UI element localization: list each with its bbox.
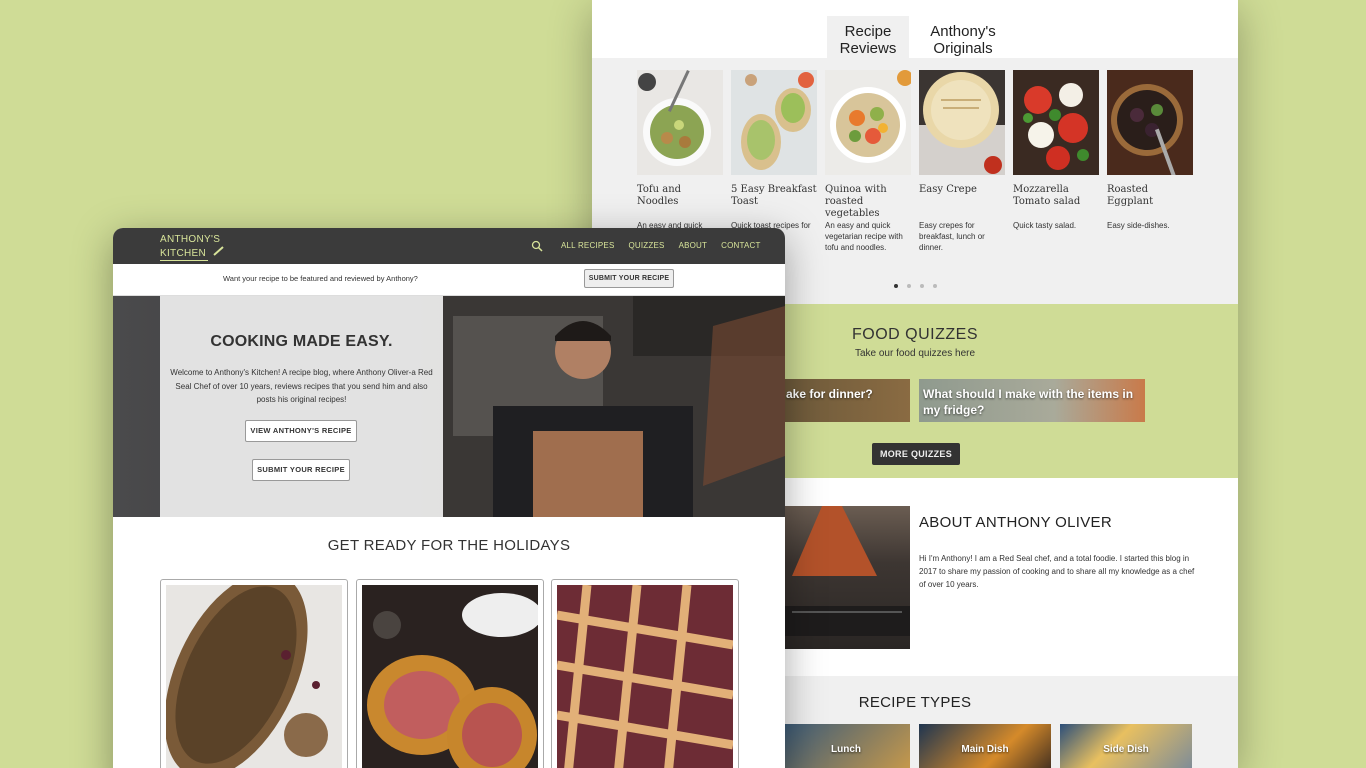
tab-label: Anthony's [930,23,996,40]
type-card-label: Lunch [831,744,861,755]
recipe-card[interactable]: Easy Crepe Easy crepes for breakfast, lu… [919,70,1005,253]
recipe-image-roasted-eggplant [1107,70,1193,175]
recipe-card[interactable]: 5 Easy Breakfast Toast Quick toast recip… [731,70,817,253]
tab-label: Reviews [839,40,897,57]
site-logo[interactable]: ANTHONY'S KITCHEN [160,234,225,261]
recipe-description: Easy crepes for breakfast, lunch or dinn… [919,221,985,252]
banner-text: Want your recipe to be featured and revi… [223,274,418,283]
banner-submit-button[interactable]: SUBMIT YOUR RECIPE [584,269,674,288]
hero-title: COOKING MADE EASY. [210,333,393,350]
submit-banner: Want your recipe to be featured and revi… [113,264,785,296]
holiday-card[interactable] [160,579,348,768]
holiday-image-beef-wellington [362,585,538,768]
type-card-label: Main Dish [961,744,1009,755]
recipe-card[interactable]: Quinoa with roasted vegetables An easy a… [825,70,911,253]
type-card-label: Side Dish [1103,744,1149,755]
recipe-image-crepe [919,70,1005,175]
tab-label: Originals [933,40,993,57]
nav-quizzes[interactable]: QUIZZES [628,241,664,250]
recipe-image-breakfast-toast [731,70,817,175]
holiday-card[interactable] [356,579,544,768]
carousel-dot[interactable] [907,284,911,288]
quiz-card-dinner[interactable]: ake for dinner? [782,379,910,422]
carousel-pagination [894,284,937,288]
about-title: ABOUT ANTHONY OLIVER [919,514,1112,531]
recipe-card[interactable]: Mozzarella Tomato salad Quick tasty sala… [1013,70,1099,253]
nav-contact[interactable]: CONTACT [721,241,760,250]
recipe-description: Easy side-dishes. [1107,221,1170,230]
about-image [782,506,910,649]
more-quizzes-button[interactable]: MORE QUIZZES [872,443,960,465]
holiday-image-pie [557,585,733,768]
hero-panel: COOKING MADE EASY. Welcome to Anthony's … [160,296,443,517]
carousel-dot[interactable] [920,284,924,288]
tab-label: Recipe [844,23,892,40]
recipe-name: 5 Easy Breakfast Toast [731,184,817,207]
recipe-name: Easy Crepe [919,184,977,195]
tab-anthonys-originals[interactable]: Anthony's Originals [922,16,1004,58]
type-card-side-dish[interactable]: Side Dish [1060,724,1192,768]
quiz-card-fridge[interactable]: What should I make with the items in my … [919,379,1145,422]
logo-line: ANTHONY'S [160,234,221,245]
type-card-main-dish[interactable]: Main Dish [919,724,1051,768]
type-card-lunch[interactable]: Lunch [782,724,910,768]
quiz-card-label: What should I make with the items in my … [923,387,1134,417]
submit-recipe-button[interactable]: SUBMIT YOUR RECIPE [252,459,350,481]
top-nav: ANTHONY'S KITCHEN ALL RECIPES QUIZZES AB… [113,228,785,264]
recipe-name: Quinoa with roasted vegetables [825,184,887,219]
recipe-image-quinoa [825,70,911,175]
recipe-image-mozzarella-salad [1013,70,1099,175]
recipe-name: Mozzarella Tomato salad [1013,184,1081,207]
holiday-card[interactable] [551,579,739,768]
hero-text: Welcome to Anthony's Kitchen! A recipe b… [170,368,433,404]
search-icon[interactable] [531,240,543,252]
recipe-description: An easy and quick vegetarian recipe with… [825,221,903,252]
logo-line: KITCHEN [160,248,208,261]
recipe-card[interactable]: Roasted Eggplant Easy side-dishes. [1107,70,1193,253]
about-text: Hi I'm Anthony! I am a Red Seal chef, an… [919,554,1195,589]
carousel-dot[interactable] [894,284,898,288]
recipe-card[interactable]: Tofu and Noodles An easy and quick [637,70,723,253]
tab-recipe-reviews[interactable]: Recipe Reviews [827,16,909,58]
nav-links: ALL RECIPES QUIZZES ABOUT CONTACT [561,241,761,250]
recipe-name: Tofu and Noodles [637,184,682,207]
recipe-name: Roasted Eggplant [1107,184,1154,207]
holiday-image-bread [166,585,342,768]
hero-section: COOKING MADE EASY. Welcome to Anthony's … [113,296,785,517]
view-recipe-button[interactable]: VIEW ANTHONY'S RECIPE [245,420,357,442]
nav-about[interactable]: ABOUT [679,241,708,250]
recipe-tabs: Recipe Reviews Anthony's Originals [827,16,1004,58]
holidays-title: GET READY FOR THE HOLIDAYS [327,537,571,554]
quiz-card-label: ake for dinner? [786,387,873,401]
carousel-dot[interactable] [933,284,937,288]
nav-all-recipes[interactable]: ALL RECIPES [561,241,614,250]
recipe-description: Quick tasty salad. [1013,221,1077,230]
knife-icon [213,246,224,256]
recipe-site-window-front: ANTHONY'S KITCHEN ALL RECIPES QUIZZES AB… [113,228,785,768]
recipe-image-tofu-noodles [637,70,723,175]
